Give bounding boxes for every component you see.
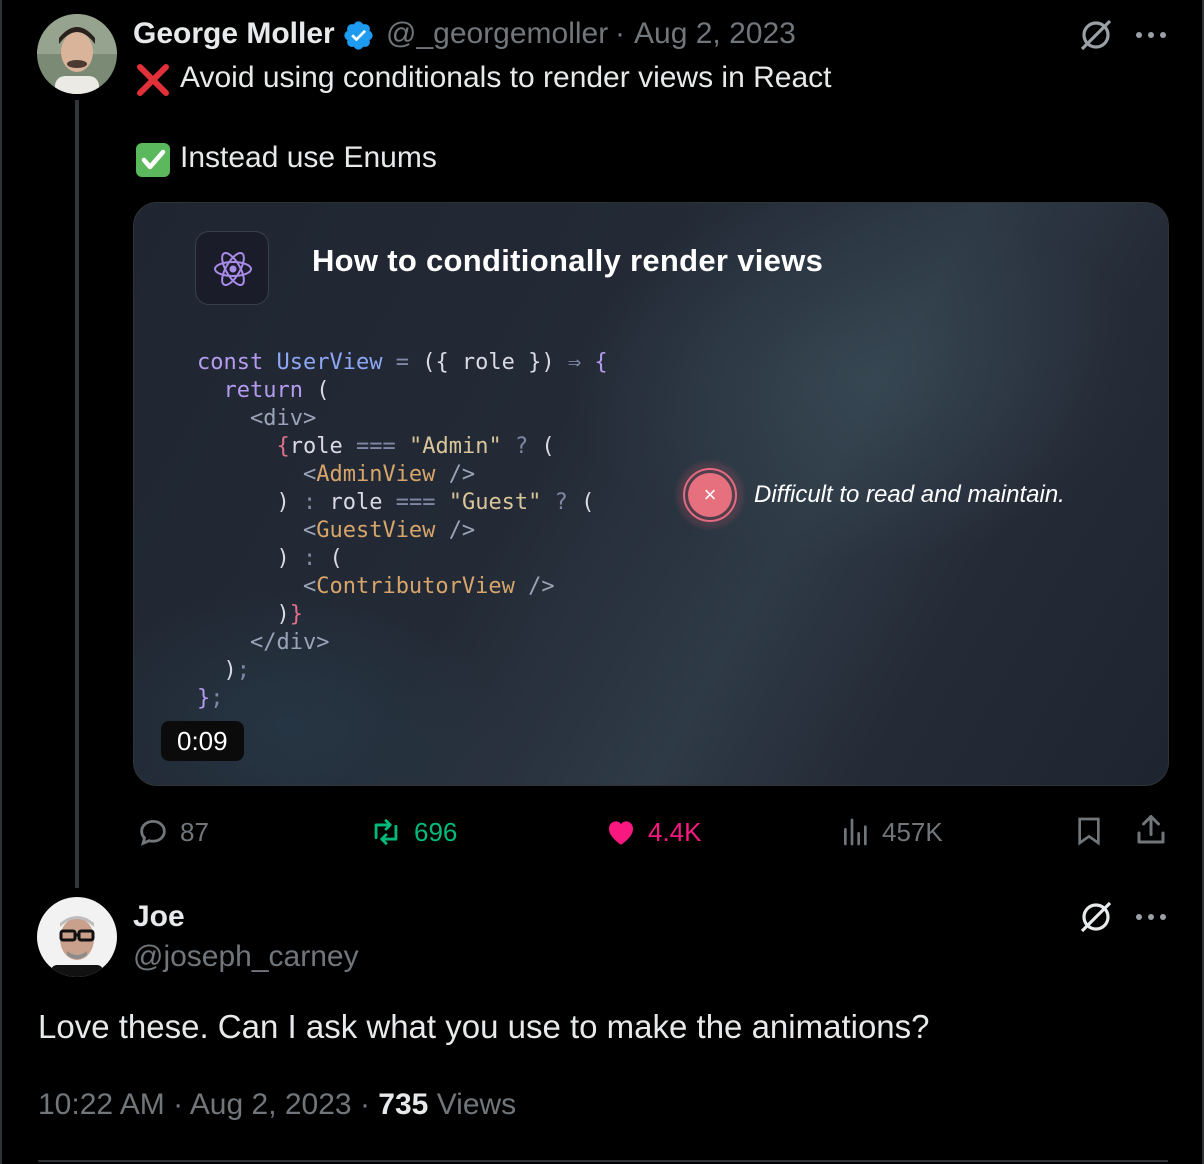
reply-author-handle[interactable]: @joseph_carney <box>133 940 359 974</box>
author-name[interactable]: George Moller <box>133 17 335 51</box>
reply-text: Love these. Can I ask what you use to ma… <box>38 1008 930 1045</box>
video-media[interactable]: How to conditionally render views const … <box>133 202 1169 786</box>
heart-icon <box>608 821 634 845</box>
react-atom-icon <box>195 231 269 305</box>
retweet-action[interactable]: 696 <box>368 810 457 854</box>
views-count: 457K <box>882 816 943 847</box>
reply-views-label: Views <box>436 1088 517 1121</box>
reply-views-count: 735 <box>378 1088 429 1121</box>
author-handle[interactable]: @_georgemoller <box>386 17 608 51</box>
media-note: Difficult to read and maintain. <box>754 481 1065 508</box>
tweet-date[interactable]: Aug 2, 2023 <box>634 17 796 51</box>
reply-icon <box>140 819 166 846</box>
views-action[interactable]: 457K <box>840 810 943 854</box>
grok-icon[interactable] <box>1077 898 1115 936</box>
like-count: 4.4K <box>648 816 702 847</box>
code-snippet: const UserView = ({ role }) ⇒ { return (… <box>197 350 608 711</box>
author-avatar[interactable] <box>37 14 117 94</box>
tweet-line-2: Instead use Enums <box>180 141 437 174</box>
tweet-line-1: Avoid using conditionals to render views… <box>180 61 832 94</box>
reply-footer: 10:22 AM · Aug 2, 2023 · 735 Views <box>38 1088 516 1122</box>
divider <box>38 1160 1168 1162</box>
reply-date[interactable]: Aug 2, 2023 <box>190 1088 352 1121</box>
video-duration: 0:09 <box>161 721 244 761</box>
media-title: How to conditionally render views <box>312 243 824 278</box>
footer-separator: · <box>359 1088 370 1121</box>
more-icon[interactable] <box>1135 30 1167 40</box>
retweet-icon <box>374 819 398 845</box>
meta-separator: · <box>615 17 625 50</box>
tweet-thread: George Moller @_georgemoller · Aug 2, 20… <box>0 0 1204 1164</box>
verified-badge-icon <box>344 21 373 50</box>
footer-separator: · <box>173 1088 184 1121</box>
more-icon[interactable] <box>1135 912 1167 922</box>
check-mark-emoji <box>136 143 170 177</box>
reply-author-avatar[interactable] <box>37 897 117 977</box>
reply-author-name[interactable]: Joe <box>133 900 185 934</box>
reply-count: 87 <box>180 816 209 847</box>
retweet-count: 696 <box>414 816 458 847</box>
analytics-icon <box>844 818 867 846</box>
reply-time[interactable]: 10:22 AM <box>38 1088 165 1121</box>
reply-action[interactable]: 87 <box>136 810 209 854</box>
cross-mark-emoji <box>137 64 169 96</box>
thread-connector <box>75 100 79 888</box>
error-badge-icon: × <box>674 459 746 531</box>
grok-icon[interactable] <box>1077 16 1115 54</box>
bookmark-icon[interactable] <box>1073 813 1105 849</box>
like-action[interactable]: 4.4K <box>604 810 702 854</box>
share-icon[interactable] <box>1133 812 1169 848</box>
